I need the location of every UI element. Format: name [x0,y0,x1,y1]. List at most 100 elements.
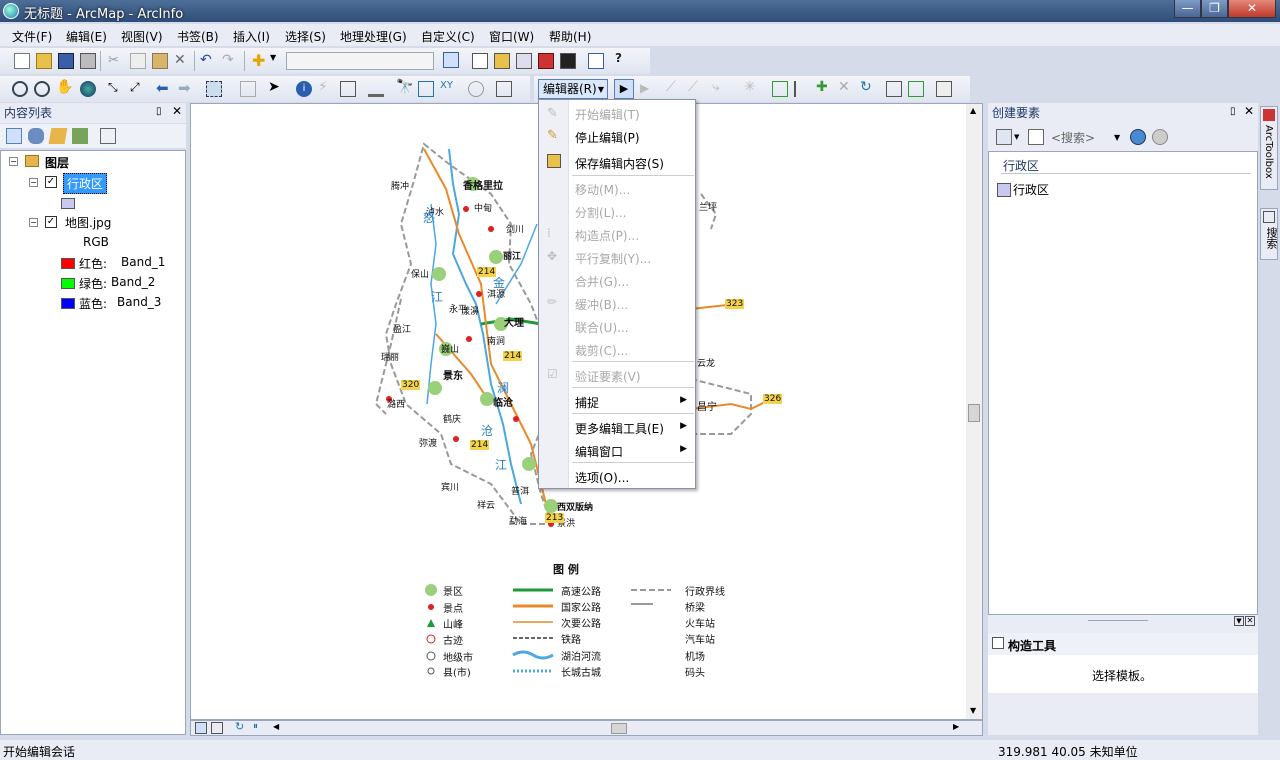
table-window-icon[interactable] [472,53,488,69]
close-icon[interactable]: ✕ [1244,104,1254,118]
cut-icon[interactable]: ✂ [108,53,124,69]
layer-visibility-checkbox[interactable]: ✓ [45,216,57,228]
endpoint-arc-icon[interactable]: ⟋ [688,79,704,95]
menu-geoprocessing[interactable]: 地理处理(G) [340,28,407,45]
menu-item-clip[interactable]: 裁剪(C)... [539,338,695,360]
menu-item-start-editing[interactable]: 开始编辑(T) ✎ [539,102,695,124]
paste-icon[interactable] [152,53,168,69]
menu-view[interactable]: 视图(V) [121,28,163,45]
template-item-xingzhengqu[interactable]: 行政区 [1013,181,1049,198]
maximize-button[interactable]: ❐ [1201,0,1228,18]
hyperlink-icon[interactable]: ⚡ [318,79,334,95]
menu-customize[interactable]: 自定义(C) [421,28,475,45]
split-icon[interactable]: ✕ [838,79,854,95]
chevron-down-icon[interactable]: ▼ [1114,133,1120,142]
redo-icon[interactable]: ↷ [222,52,238,68]
menu-help[interactable]: 帮助(H) [549,28,591,45]
whats-this-icon[interactable]: ? [615,51,631,67]
close-icon[interactable]: ✕ [172,104,182,118]
fixed-zoom-in-icon[interactable]: ⤡ [108,80,124,96]
editor-toolbar-icon[interactable] [443,52,459,68]
arctoolbox-icon[interactable] [538,53,554,69]
fixed-zoom-out-icon[interactable]: ⤢ [130,80,146,96]
close-button[interactable]: ✕ [1228,0,1276,18]
back-extent-icon[interactable]: ⬅ [156,79,172,97]
map-vertical-scrollbar[interactable]: ▲ ▼ [966,104,982,719]
layer-name-map-jpg[interactable]: 地图.jpg [65,214,111,231]
edit-tool-icon[interactable]: ▶ [614,79,634,99]
menu-file[interactable]: 文件(F) [12,28,52,45]
menu-item-merge[interactable]: 合并(G)... [539,269,695,291]
select-features-icon[interactable] [206,81,222,97]
layer-name-xingzhengqu[interactable]: 行政区 [63,173,108,194]
editor-menu-button[interactable]: 编辑器(R) ▼ [538,79,608,99]
cut-polygons-icon[interactable]: ✚ [816,79,832,95]
search-icon[interactable] [1130,129,1146,145]
open-folder-icon[interactable] [36,53,52,69]
list-by-visibility-icon[interactable] [48,128,68,144]
forward-extent-icon[interactable]: ➡ [178,79,194,97]
zoom-out-icon[interactable] [34,81,50,97]
print-icon[interactable] [80,53,96,69]
list-by-drawing-order-icon[interactable] [6,128,22,144]
pin-icon[interactable]: ▯ [1230,106,1236,117]
scroll-right-icon[interactable]: ▶ [953,722,959,731]
clear-selection-icon[interactable] [240,81,256,97]
chevron-down-icon[interactable]: ▼ [270,53,286,69]
find-icon[interactable]: 🔭 [396,79,413,95]
save-icon[interactable] [58,53,74,69]
menu-item-stop-editing[interactable]: 停止编辑(P) ✎ [539,125,695,147]
scroll-down-icon[interactable]: ▼ [970,706,976,715]
layout-view-icon[interactable] [211,722,223,734]
menu-item-snapping[interactable]: 捕捉 ▶ [539,390,695,412]
go-to-xy-icon[interactable]: XY [440,80,456,96]
time-slider-icon[interactable] [468,81,484,97]
identify-icon[interactable]: i [296,81,312,97]
minimize-button[interactable]: — [1174,0,1201,18]
menu-select[interactable]: 选择(S) [285,28,326,45]
menu-item-editing-windows[interactable]: 编辑窗口 ▶ [539,439,695,461]
refresh-icon[interactable]: ↻ [235,720,244,733]
menu-edit[interactable]: 编辑(E) [66,28,107,45]
search-window-icon[interactable] [516,53,532,69]
edit-annotation-icon[interactable]: ▶ [640,81,656,97]
horizontal-scroll-thumb[interactable] [611,723,627,734]
find-route-icon[interactable] [418,81,434,97]
html-popup-icon[interactable] [340,81,356,97]
close-icon[interactable]: ✕ [1245,616,1255,626]
full-extent-icon[interactable] [80,81,96,97]
menu-item-save-edits[interactable]: 保存编辑内容(S) [539,151,695,173]
pause-drawing-icon[interactable]: ⏸ [253,721,258,732]
collapse-icon[interactable]: − [29,178,38,187]
list-by-selection-icon[interactable] [72,128,88,144]
collapse-icon[interactable]: − [29,218,38,227]
menu-insert[interactable]: 插入(I) [233,28,270,45]
undo-icon[interactable]: ↶ [200,52,216,68]
copy-icon[interactable] [130,53,146,69]
create-features-icon[interactable] [936,81,952,97]
select-elements-icon[interactable]: ➤ [268,79,284,95]
scroll-thumb[interactable] [968,404,980,422]
reshape-icon[interactable] [794,81,810,97]
layer-symbol-swatch[interactable] [61,198,75,209]
layer-visibility-checkbox[interactable]: ✓ [45,176,57,188]
point-icon[interactable]: ✳ [744,79,760,95]
delete-icon[interactable]: ✕ [174,52,190,68]
menu-item-buffer[interactable]: 缓冲(B)... ✏ [539,292,695,314]
menu-item-validate-features[interactable]: 验证要素(V) ☑ [539,364,695,386]
menu-window[interactable]: 窗口(W) [489,28,534,45]
rotate-icon[interactable]: ↻ [860,79,876,95]
data-view-icon[interactable] [195,722,207,734]
sketch-properties-icon[interactable] [908,81,924,97]
menu-bookmarks[interactable]: 书签(B) [177,28,219,45]
collapse-icon[interactable]: − [9,157,18,166]
menu-item-more-editing-tools[interactable]: 更多编辑工具(E) ▶ [539,416,695,438]
menu-item-options[interactable]: 选项(O)... [539,465,695,487]
catalog-icon[interactable] [494,53,510,69]
panel-splitter[interactable]: ▼ ✕ [988,615,1258,627]
arctoolbox-tab[interactable]: ArcToolbox [1260,106,1278,190]
menu-item-move[interactable]: 移动(M)... [539,177,695,199]
attributes-icon[interactable] [886,81,902,97]
python-window-icon[interactable] [560,53,576,69]
organize-templates-icon[interactable] [996,129,1012,145]
